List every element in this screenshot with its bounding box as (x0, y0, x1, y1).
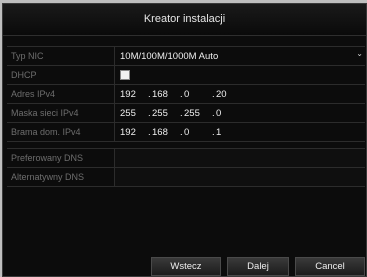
gateway-label: Brama dom. IPv4 (7, 123, 115, 141)
gateway-row: Brama dom. IPv4 192. 168. 0. 1 (7, 123, 365, 142)
next-button[interactable]: Dalej (227, 257, 289, 276)
ipv4-octet-3[interactable]: 0 (184, 89, 212, 100)
gateway-octet-4[interactable]: 1 (216, 127, 244, 138)
nic-type-label: Typ NIC (7, 47, 115, 65)
install-wizard-dialog: Kreator instalacji Typ NIC 10M/100M/1000… (2, 3, 367, 277)
dhcp-row: DHCP (7, 66, 365, 85)
alternate-dns-row: Alternatywny DNS (7, 168, 365, 187)
subnet-mask-row: Maska sieci IPv4 255. 255. 255. 0 (7, 104, 365, 123)
gateway-field[interactable]: 192. 168. 0. 1 (115, 123, 365, 141)
ipv4-octet-4[interactable]: 20 (216, 89, 244, 100)
alternate-dns-label: Alternatywny DNS (7, 168, 115, 186)
dhcp-label: DHCP (7, 66, 115, 84)
gateway-octet-1[interactable]: 192 (120, 127, 148, 138)
section-divider (7, 142, 365, 149)
mask-octet-1[interactable]: 255 (120, 108, 148, 119)
gateway-octet-2[interactable]: 168 (152, 127, 180, 138)
subnet-mask-field[interactable]: 255. 255. 255. 0 (115, 104, 365, 122)
alternate-dns-field[interactable] (115, 168, 365, 186)
preferred-dns-label: Preferowany DNS (7, 149, 115, 167)
nic-type-select[interactable]: 10M/100M/1000M Auto ⌄ (115, 47, 365, 65)
mask-octet-2[interactable]: 255 (152, 108, 180, 119)
ipv4-address-field[interactable]: 192. 168. 0. 20 (115, 85, 365, 103)
nic-type-row: Typ NIC 10M/100M/1000M Auto ⌄ (7, 47, 365, 66)
network-settings-form: Typ NIC 10M/100M/1000M Auto ⌄ DHCP Adres… (7, 46, 365, 187)
mask-octet-4[interactable]: 0 (216, 108, 244, 119)
dialog-title: Kreator instalacji (3, 4, 366, 36)
subnet-mask-label: Maska sieci IPv4 (7, 104, 115, 122)
cancel-button[interactable]: Cancel (295, 257, 365, 276)
dialog-footer: Wstecz Dalej Cancel (3, 256, 366, 276)
preferred-dns-row: Preferowany DNS (7, 149, 365, 168)
mask-octet-3[interactable]: 255 (184, 108, 212, 119)
nic-type-value: 10M/100M/1000M Auto (120, 50, 219, 62)
ipv4-octet-2[interactable]: 168 (152, 89, 180, 100)
chevron-down-icon: ⌄ (356, 49, 363, 58)
ipv4-octet-1[interactable]: 192 (120, 89, 148, 100)
dhcp-cell (115, 66, 365, 84)
dhcp-checkbox[interactable] (120, 70, 130, 80)
ipv4-address-row: Adres IPv4 192. 168. 0. 20 (7, 85, 365, 104)
preferred-dns-field[interactable] (115, 149, 365, 167)
ipv4-address-label: Adres IPv4 (7, 85, 115, 103)
gateway-octet-3[interactable]: 0 (184, 127, 212, 138)
back-button[interactable]: Wstecz (151, 257, 221, 276)
